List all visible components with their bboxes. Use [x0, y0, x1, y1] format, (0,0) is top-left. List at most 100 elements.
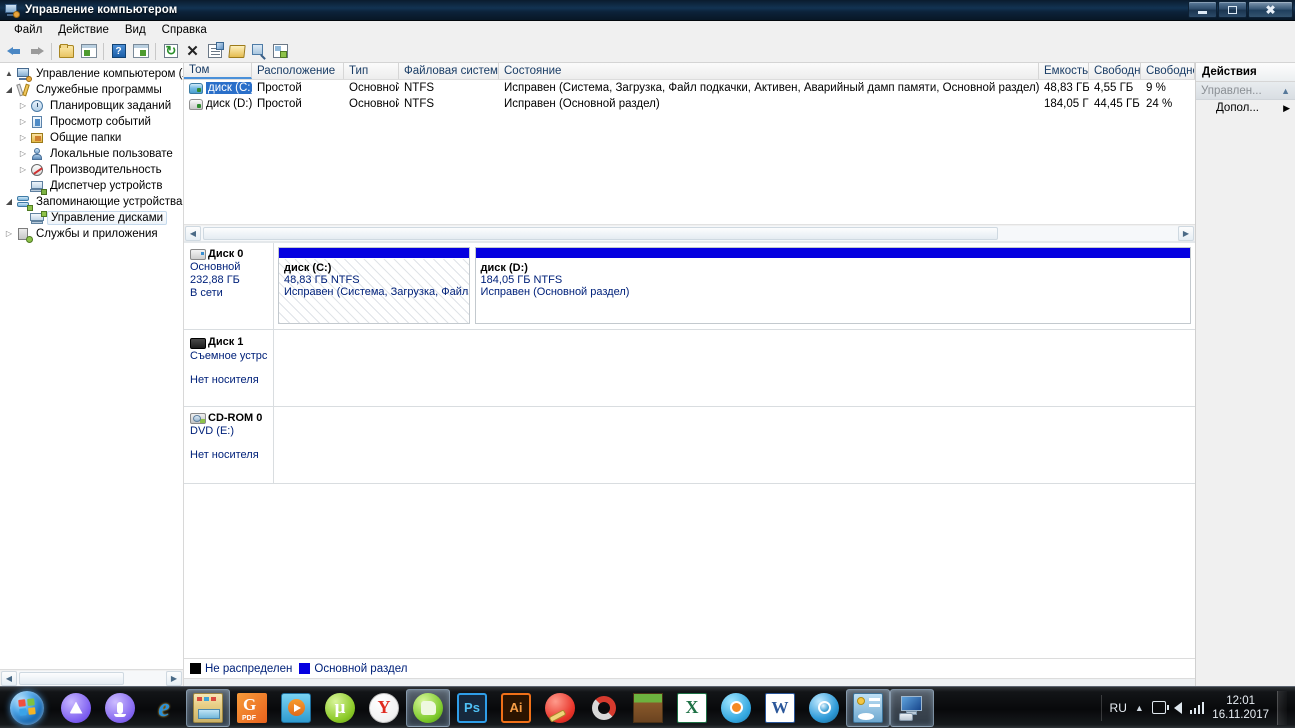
- open-button[interactable]: [226, 41, 247, 62]
- expander-icon[interactable]: ▷: [16, 146, 30, 162]
- table-row[interactable]: диск (C:) Простой Основной NTFS Исправен…: [184, 80, 1195, 96]
- refresh-button[interactable]: [160, 41, 181, 62]
- taskbar-illustrator-icon[interactable]: Ai: [494, 689, 538, 727]
- menu-file[interactable]: Файл: [6, 22, 50, 38]
- column-type[interactable]: Тип: [344, 63, 399, 79]
- table-row[interactable]: диск (D:) Простой Основной NTFS Исправен…: [184, 96, 1195, 112]
- taskbar-explorer-icon[interactable]: [186, 688, 230, 727]
- volume-list-horizontal-scrollbar[interactable]: ◀ ▶: [184, 224, 1195, 241]
- taskbar-word-icon[interactable]: W: [758, 689, 802, 727]
- column-layout[interactable]: Расположение: [252, 63, 344, 79]
- taskbar-opera-icon[interactable]: [54, 689, 98, 727]
- taskbar-camera-icon[interactable]: [802, 689, 846, 727]
- menu-view[interactable]: Вид: [117, 22, 154, 38]
- taskbar-minecraft-icon[interactable]: [626, 689, 670, 727]
- taskbar-tool-icon[interactable]: [582, 689, 626, 727]
- expander-icon[interactable]: ◢: [2, 82, 16, 98]
- window-titlebar[interactable]: Управление компьютером ✖: [0, 0, 1295, 21]
- partition-d[interactable]: диск (D:) 184,05 ГБ NTFS Исправен (Основ…: [474, 247, 1191, 324]
- partition-c[interactable]: диск (C:) 48,83 ГБ NTFS Исправен (Систем…: [278, 247, 470, 324]
- disk-empty-area-2[interactable]: [274, 407, 1195, 483]
- action-more[interactable]: Допол... ▶: [1196, 100, 1295, 116]
- scroll-left-icon[interactable]: ◀: [1, 670, 17, 686]
- show-hidden-icons-icon[interactable]: ▲: [1135, 703, 1144, 713]
- scroll-track[interactable]: [201, 225, 1178, 241]
- window-title: Управление компьютером: [25, 4, 178, 16]
- tree-horizontal-scrollbar[interactable]: ◀ ▶: [0, 669, 183, 686]
- column-free-percent[interactable]: Свободно: [1141, 63, 1195, 79]
- disk-empty-area-1[interactable]: [274, 330, 1195, 406]
- taskbar-media-player-icon[interactable]: [274, 689, 318, 727]
- network-icon[interactable]: [1189, 701, 1205, 714]
- expander-icon[interactable]: ▲: [2, 66, 16, 82]
- maximize-button[interactable]: [1218, 1, 1247, 18]
- help-button[interactable]: ?: [108, 41, 129, 62]
- taskbar-voice-assistant-icon[interactable]: [98, 689, 142, 727]
- tree-item-event-viewer[interactable]: ▷ Просмотр событий: [2, 114, 183, 130]
- create-vhd-button[interactable]: [270, 41, 291, 62]
- tree-item-disk-management[interactable]: Управление дисками: [2, 210, 183, 226]
- tree-item-task-scheduler[interactable]: ▷ Планировщик заданий: [2, 98, 183, 114]
- tree-item-device-manager[interactable]: Диспетчер устройств: [2, 178, 183, 195]
- expander-icon[interactable]: ▷: [16, 98, 30, 114]
- tree-item-computer-management[interactable]: ▲ Управление компьютером (ло: [2, 66, 183, 82]
- show-desktop-button[interactable]: [1277, 690, 1287, 725]
- taskbar-foxit-pdf-icon[interactable]: G PDF: [230, 689, 274, 727]
- clock[interactable]: 12:01 16.11.2017: [1212, 694, 1269, 722]
- scroll-thumb[interactable]: [203, 226, 998, 240]
- back-button[interactable]: [4, 41, 25, 62]
- expander-icon[interactable]: ▷: [16, 162, 30, 178]
- taskbar-internet-explorer-icon[interactable]: e: [142, 689, 186, 727]
- removable-disk-icon: [190, 338, 206, 349]
- language-indicator[interactable]: RU: [1110, 701, 1127, 715]
- scroll-right-icon[interactable]: ▶: [166, 670, 182, 686]
- minimize-button[interactable]: [1188, 1, 1217, 18]
- tree-item-services-applications[interactable]: ▷ Службы и приложения: [2, 226, 183, 243]
- battery-icon[interactable]: [1151, 701, 1169, 714]
- disk-info-1[interactable]: Диск 1 Съемное устрс Нет носителя: [184, 330, 274, 406]
- actions-group-header[interactable]: Управлен... ▲: [1196, 82, 1295, 100]
- properties-button[interactable]: [204, 41, 225, 62]
- volume-icon[interactable]: [1173, 701, 1182, 714]
- taskbar-computer-management-icon[interactable]: [890, 688, 934, 727]
- expander-icon[interactable]: ◢: [2, 194, 16, 210]
- taskbar-control-panel-icon[interactable]: [846, 688, 890, 727]
- taskbar-photoshop-icon[interactable]: Ps: [450, 689, 494, 727]
- rescan-disks-button[interactable]: [248, 41, 269, 62]
- tree-item-shared-folders[interactable]: ▷ Общие папки: [2, 130, 183, 146]
- column-filesystem[interactable]: Файловая система: [399, 63, 499, 79]
- menu-help[interactable]: Справка: [154, 22, 215, 38]
- show-hide-tree-button[interactable]: [78, 41, 99, 62]
- expander-icon[interactable]: ▷: [16, 130, 30, 146]
- scroll-track[interactable]: [17, 670, 166, 686]
- disk-info-2[interactable]: CD-ROM 0 DVD (E:) Нет носителя: [184, 407, 274, 483]
- tree-item-system-tools[interactable]: ◢ Служебные программы: [2, 82, 183, 98]
- column-volume[interactable]: Том: [184, 63, 252, 79]
- scroll-right-icon[interactable]: ▶: [1178, 225, 1194, 241]
- show-hide-action-pane-button[interactable]: [130, 41, 151, 62]
- tree-item-performance[interactable]: ▷ Производительность: [2, 162, 183, 178]
- expander-icon[interactable]: ▷: [2, 226, 16, 242]
- close-button[interactable]: ✖: [1248, 1, 1293, 18]
- delete-button[interactable]: ✕: [182, 41, 203, 62]
- taskbar-browser-icon[interactable]: [714, 689, 758, 727]
- scroll-left-icon[interactable]: ◀: [185, 225, 201, 241]
- up-folder-button[interactable]: [56, 41, 77, 62]
- taskbar-excel-icon[interactable]: X: [670, 689, 714, 727]
- column-capacity[interactable]: Емкость: [1039, 63, 1089, 79]
- taskbar-ccleaner-icon[interactable]: [538, 689, 582, 727]
- scroll-thumb[interactable]: [19, 671, 124, 685]
- chevron-up-icon[interactable]: ▲: [1281, 86, 1290, 96]
- forward-button[interactable]: [26, 41, 47, 62]
- taskbar-yandex-browser-icon[interactable]: Y: [362, 689, 406, 727]
- taskbar-nvidia-icon[interactable]: [406, 688, 450, 727]
- menu-action[interactable]: Действие: [50, 22, 117, 38]
- expander-icon[interactable]: ▷: [16, 114, 30, 130]
- tree-item-local-users[interactable]: ▷ Локальные пользовате: [2, 146, 183, 162]
- disk-info-0[interactable]: Диск 0 Основной 232,88 ГБ В сети: [184, 243, 274, 329]
- taskbar-utorrent-icon[interactable]: µ: [318, 689, 362, 727]
- column-status[interactable]: Состояние: [499, 63, 1039, 79]
- tree-item-storage[interactable]: ◢ Запоминающие устройства: [2, 194, 183, 211]
- start-button[interactable]: [0, 688, 54, 728]
- column-free[interactable]: Свободно: [1089, 63, 1141, 79]
